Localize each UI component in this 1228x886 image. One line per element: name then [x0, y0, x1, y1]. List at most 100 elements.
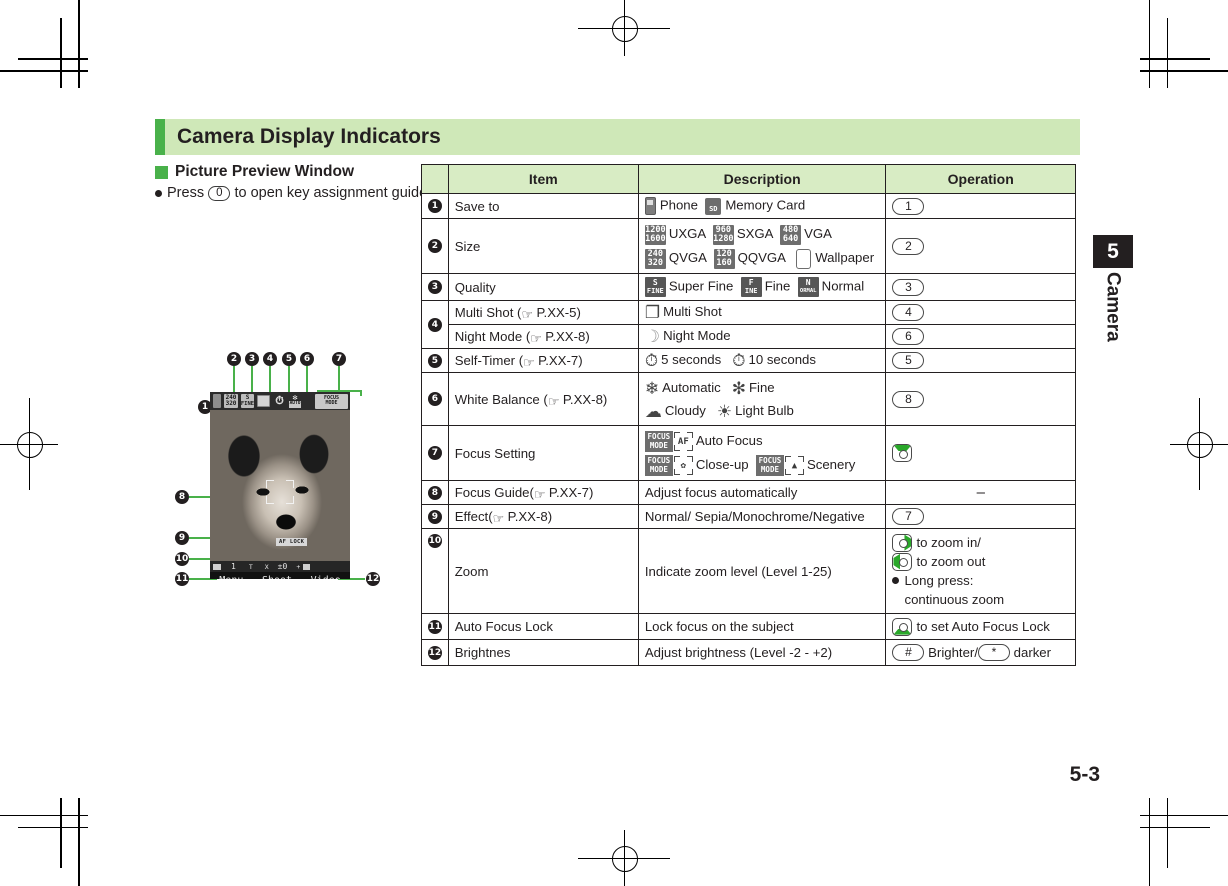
table-row: 2 Size 1200 1600 UXGA 960 1280 SXGA 480 64…: [421, 218, 1076, 274]
no-operation-dash: –: [976, 484, 985, 502]
softkey-shoot[interactable]: Shoot: [262, 575, 292, 580]
softkey-menu[interactable]: Menu: [219, 575, 243, 580]
row-operation-cell: to set Auto Focus Lock: [885, 613, 1076, 641]
callout-badge: 10: [427, 534, 442, 549]
key-7-icon[interactable]: 7: [892, 508, 925, 526]
wb-line-1: ❄ Automatic ✻ Fine: [645, 376, 880, 399]
callout-2: 2: [227, 352, 241, 366]
row-number-cell: 6: [421, 372, 449, 427]
zoom-out-label: to zoom out: [916, 554, 986, 570]
page-title: Camera Display Indicators: [177, 125, 441, 148]
table-row: 7 Focus Setting FOCUS MODE AF Auto Focus …: [421, 425, 1076, 482]
nav-key-down-icon[interactable]: [892, 617, 913, 636]
softkey-video[interactable]: Video: [311, 575, 341, 580]
table-row: 5 Self-Timer (P.XX-7) ⏱5 seconds ⏱10 sec…: [421, 348, 1076, 374]
callout-badge: 1: [427, 199, 442, 213]
row-description-cell: Indicate zoom level (Level 1-25): [637, 528, 887, 615]
nav-key-right-icon[interactable]: [892, 533, 913, 552]
wb-cloudy-icon: ☁: [644, 401, 662, 421]
row-item-cell: Zoom: [447, 528, 639, 615]
continuous-zoom-label: continuous zoom: [904, 592, 1005, 608]
callout-9: 9: [175, 531, 189, 545]
page-number: 5-3: [1069, 763, 1100, 786]
focus-mode-scenery-icon: FOCUS MODE ▲: [755, 455, 804, 477]
size-qvga-icon: 240 320: [644, 248, 666, 269]
key-star-icon[interactable]: *: [977, 644, 1010, 662]
quality-superfine-label: Super Fine: [668, 278, 734, 294]
focus-guide-icon: [266, 480, 294, 504]
row-description-cell: FOCUS MODE AF Auto Focus FOCUS MODE ✿ Clos…: [637, 425, 887, 482]
callout-4: 4: [263, 352, 277, 366]
row-item-cell: Effect(P.XX-8): [447, 504, 639, 530]
quality-normal-icon: N ORMAL: [797, 277, 819, 297]
size-qqvga-label: QQVGA: [737, 250, 786, 265]
wb-lightbulb-label: Light Bulb: [735, 403, 794, 419]
key-5-icon[interactable]: 5: [892, 352, 925, 370]
camera-indicator-table: Item Description Operation 1 Save to Pho…: [421, 164, 1076, 667]
row-description-cell: ☽ Night Mode: [637, 324, 887, 350]
quality-normal-label: Normal: [821, 278, 865, 294]
self-timer-5s-label: 5 seconds: [661, 352, 722, 368]
subsection-title: Picture Preview Window: [175, 163, 355, 180]
wb-fine-label: Fine: [748, 380, 775, 396]
size-bottom: 320: [225, 400, 237, 407]
zoom-brightness-bar: 1 T X ±0 +: [210, 561, 350, 572]
callout-5: 5: [282, 352, 296, 366]
row-item-cell: Auto Focus Lock: [447, 613, 639, 641]
size-line-2: 240 320 QVGA 120 160 QQVGA Wallpaper: [644, 246, 880, 270]
row-description-cell: Lock focus on the subject: [637, 613, 887, 641]
leader-line-7-r: [360, 390, 362, 396]
key-8-icon[interactable]: 8: [892, 390, 925, 408]
size-vga-icon: 480 640: [780, 224, 802, 245]
key-2-icon[interactable]: 2: [892, 237, 925, 255]
callout-12: 12: [366, 572, 380, 586]
size-indicator-icon: 240 320: [224, 394, 238, 408]
wb-fine-icon: ✻: [731, 378, 746, 398]
key-hash-icon[interactable]: #: [892, 644, 925, 662]
self-timer-indicator-icon: ⏱: [275, 393, 284, 407]
wb-auto-label: AUTO: [288, 401, 302, 408]
callout-10: 10: [175, 552, 189, 566]
size-qvga-label: QVGA: [668, 250, 707, 265]
focus-scenery-label: Scenery: [806, 457, 856, 473]
night-mode-label: Night Mode: [663, 328, 731, 344]
row-item-cell: White Balance (P.XX-8): [447, 372, 639, 427]
row-operation-cell: 3: [885, 273, 1076, 301]
square-bullet-icon: [155, 165, 168, 179]
brightness-end-icon: [303, 563, 311, 570]
focus-line-2: FOCUS MODE ✿ Close-up FOCUS MODE ▲ Scenery: [644, 453, 880, 477]
table-row: 10 Zoom Indicate zoom level (Level 1-25)…: [421, 528, 1076, 615]
zoom-tele-label: T: [248, 562, 253, 571]
quality-bottom: FINE: [240, 401, 255, 407]
wb-line-2: ☁ Cloudy ☀ Light Bulb: [645, 399, 880, 422]
zoom-in-label: to zoom in/: [916, 535, 981, 551]
key-4-icon[interactable]: 4: [892, 304, 925, 322]
size-sxga-icon: 960 1280: [712, 224, 734, 245]
row-description-cell: Adjust brightness (Level -2 - +2): [637, 639, 887, 667]
key-3-icon[interactable]: 3: [892, 278, 925, 296]
callout-badge: 2: [427, 239, 442, 253]
row-number-cell: 2: [421, 218, 449, 274]
callout-11: 11: [175, 572, 189, 586]
row-number-cell: 3: [421, 273, 449, 301]
quality-indicator-icon: S FINE: [241, 394, 254, 408]
camera-status-bar: 240 320 S FINE ⏱ ✻ AUTO FOCUS MODE: [210, 392, 350, 410]
desc-text-phone: Phone: [659, 197, 698, 213]
table-row: 12 Brightnes Adjust brightness (Level -2…: [421, 639, 1076, 667]
table-row: 9 Effect(P.XX-8) Normal/ Sepia/Monochrom…: [421, 504, 1076, 530]
key-0-icon: 0: [208, 185, 231, 201]
camera-key-icon[interactable]: [892, 444, 913, 463]
key-6-icon[interactable]: 6: [892, 328, 925, 346]
leader-line-7: [338, 366, 340, 390]
nav-key-left-icon[interactable]: [892, 552, 913, 571]
wb-cloudy-label: Cloudy: [664, 403, 706, 419]
callout-badge: 3: [427, 280, 442, 294]
row-operation-cell: 6: [885, 324, 1076, 350]
white-balance-indicator-icon: ✻ AUTO: [288, 393, 302, 408]
focus-mode-af-icon: FOCUS MODE AF: [644, 431, 693, 453]
row-item-cell: Night Mode (P.XX-8): [447, 324, 639, 350]
pointer-hand-icon: [493, 511, 507, 522]
pointer-hand-icon: [534, 487, 548, 498]
callout-3: 3: [245, 352, 259, 366]
key-1-icon[interactable]: 1: [892, 197, 925, 215]
